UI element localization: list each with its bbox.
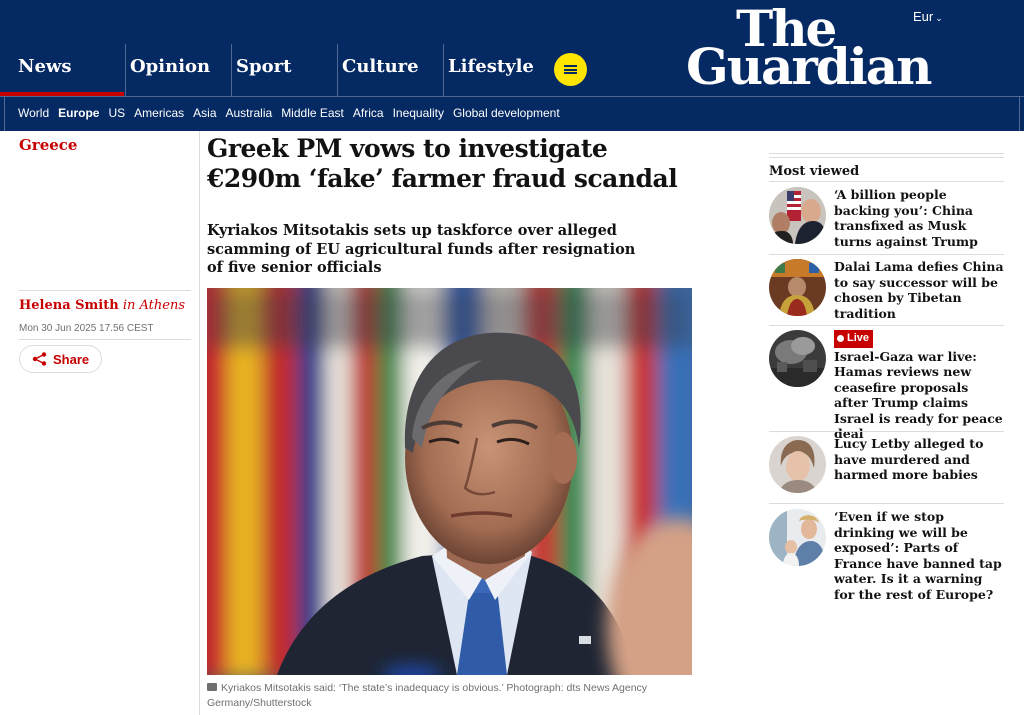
most-viewed-thumbnail[interactable] (769, 259, 826, 316)
pillar-culture[interactable]: Culture (337, 44, 443, 96)
article-headline: Greek PM vows to investigate €290m ‘fake… (207, 134, 678, 193)
share-icon[interactable] (32, 352, 47, 366)
subnav-middle-east[interactable]: Middle East (281, 106, 344, 120)
logo-line-2[interactable]: Guardian (686, 40, 932, 94)
subnav-asia[interactable]: Asia (193, 106, 216, 120)
most-viewed-rule (769, 503, 1004, 504)
byline-divider (19, 290, 191, 291)
pillar-lifestyle[interactable]: Lifestyle (443, 44, 543, 96)
most-viewed-rule-top-2 (769, 157, 1004, 158)
most-viewed-thumbnail[interactable] (769, 330, 826, 387)
most-viewed-thumbnail[interactable] (769, 187, 826, 244)
article-standfirst: Kyriakos Mitsotakis sets up taskforce ov… (207, 222, 636, 276)
share-button[interactable]: Share (19, 345, 102, 373)
most-viewed-title: Most viewed (769, 164, 860, 179)
most-viewed-item[interactable]: ‘A billion people backing you’: China tr… (769, 187, 1004, 249)
date-divider (19, 339, 191, 340)
most-viewed-headline[interactable]: Dalai Lama defies China to say successor… (834, 259, 1006, 321)
most-viewed-thumbnail-art[interactable] (769, 259, 826, 316)
most-viewed-headline-block[interactable]: Live Israel-Gaza war live: Hamas reviews… (834, 330, 1006, 442)
most-viewed-thumbnail-art[interactable] (769, 509, 826, 566)
live-label: Live (847, 332, 870, 344)
most-viewed-thumbnail-art[interactable] (769, 187, 826, 244)
menu-button[interactable] (554, 53, 587, 86)
article-photo-illustration (207, 288, 692, 675)
most-viewed-thumbnail[interactable] (769, 509, 826, 566)
most-viewed-rule (769, 431, 1004, 432)
most-viewed-item[interactable]: Lucy Letby alleged to have murdered and … (769, 436, 1004, 498)
subnav-americas[interactable]: Americas (134, 106, 184, 120)
image-caption: Kyriakos Mitsotakis said: ‘The state’s i… (207, 681, 697, 711)
most-viewed-item[interactable]: ‘Even if we stop drinking we will be exp… (769, 509, 1004, 602)
publish-date: Mon 30 Jun 2025 17.56 CEST (19, 323, 154, 334)
subnav-europe[interactable]: Europe (58, 106, 99, 120)
pillar-opinion-label[interactable]: Opinion (130, 56, 210, 77)
pillar-lifestyle-label[interactable]: Lifestyle (448, 56, 534, 77)
masthead: Eur ⌄ The Guardian News Opinion Sport Cul… (0, 0, 1024, 131)
most-viewed-thumbnail-art[interactable] (769, 436, 826, 493)
most-viewed-item[interactable]: Live Israel-Gaza war live: Hamas reviews… (769, 330, 1004, 441)
most-viewed-headline[interactable]: Lucy Letby alleged to have murdered and … (834, 436, 1006, 483)
subnav-us[interactable]: US (108, 106, 125, 120)
most-viewed-rule (769, 254, 1004, 255)
share-label[interactable]: Share (53, 352, 89, 367)
article-main-image (207, 288, 692, 675)
pillar-opinion[interactable]: Opinion (125, 44, 230, 96)
subnav: World Europe US Americas Asia Australia … (18, 106, 569, 120)
image-caption-text: Kyriakos Mitsotakis said: ‘The state’s i… (207, 682, 648, 709)
author-location: in Athens (122, 298, 185, 313)
subnav-africa[interactable]: Africa (353, 106, 384, 120)
most-viewed-rule (769, 181, 1004, 182)
byline: Helena Smith in Athens (19, 298, 185, 313)
most-viewed-headline[interactable]: Israel-Gaza war live: Hamas reviews new … (834, 349, 1003, 442)
live-badge: Live (834, 330, 874, 348)
most-viewed-rule-top (769, 153, 1004, 154)
author-name[interactable]: Helena Smith (19, 298, 119, 313)
most-viewed-item[interactable]: Dalai Lama defies China to say successor… (769, 259, 1004, 321)
hamburger-icon[interactable] (564, 65, 577, 74)
pillar-news-label[interactable]: News (18, 56, 72, 77)
live-dot-icon (837, 335, 844, 343)
most-viewed-headline[interactable]: ‘Even if we stop drinking we will be exp… (834, 509, 1006, 602)
subnav-world[interactable]: World (18, 106, 49, 120)
section-tag[interactable]: Greece (19, 136, 77, 154)
camera-icon (207, 683, 217, 691)
most-viewed-thumbnail-art[interactable] (769, 330, 826, 387)
guardian-logo[interactable]: The Guardian (686, 2, 944, 96)
column-divider (199, 131, 200, 715)
pillar-news[interactable]: News (0, 44, 124, 96)
pillar-sport-label[interactable]: Sport (236, 56, 291, 77)
pillar-culture-label[interactable]: Culture (342, 56, 419, 77)
subnav-inequality[interactable]: Inequality (393, 106, 444, 120)
pillar-sport[interactable]: Sport (231, 44, 337, 96)
subnav-global-development[interactable]: Global development (453, 106, 560, 120)
subnav-australia[interactable]: Australia (226, 106, 273, 120)
most-viewed-headline[interactable]: ‘A billion people backing you’: China tr… (834, 187, 1006, 249)
most-viewed-rule (769, 325, 1004, 326)
most-viewed-thumbnail[interactable] (769, 436, 826, 493)
